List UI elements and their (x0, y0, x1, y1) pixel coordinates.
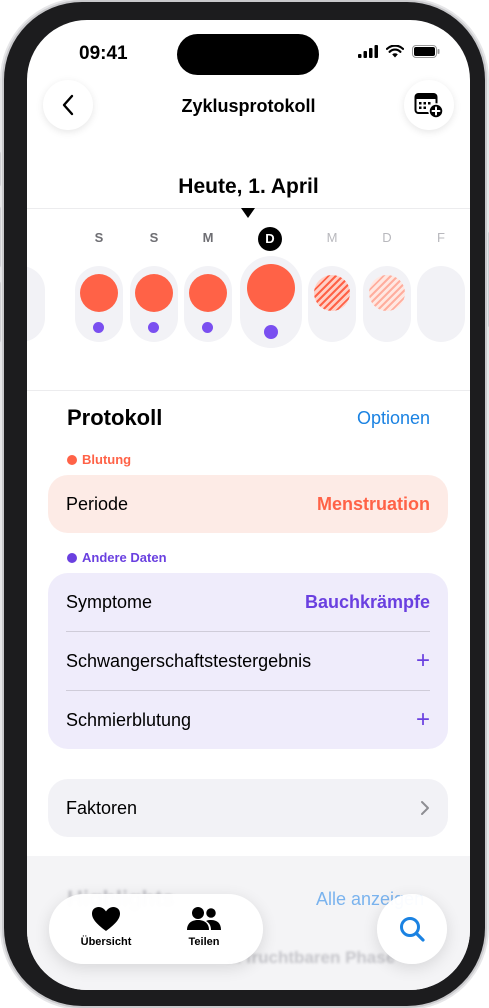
pregnancy-test-row[interactable]: Schwangerschaftstestergebnis + (66, 632, 430, 690)
day-cell[interactable] (75, 266, 123, 342)
action-button (0, 152, 1, 186)
factors-row-label: Faktoren (66, 797, 138, 818)
tab-share-label: Teilen (188, 936, 220, 948)
day-letter: M (202, 230, 214, 245)
battery-icon (412, 45, 440, 58)
status-time: 09:41 (79, 43, 128, 64)
spotting-row[interactable]: Schmierblutung + (66, 691, 430, 749)
screen: 09:41 Zyklusprotokoll Heute, 1. April S … (27, 20, 470, 990)
period-marker (80, 274, 118, 312)
chevron-right-icon (421, 801, 429, 815)
day-letter: S (94, 230, 104, 245)
category-label-bleeding: Blutung (67, 452, 131, 467)
symptoms-row-label: Symptome (66, 591, 153, 612)
symptom-marker (93, 322, 104, 333)
day-cell[interactable] (417, 266, 465, 342)
phone-frame: 09:41 Zyklusprotokoll Heute, 1. April S … (0, 2, 489, 1006)
day-cell[interactable] (308, 266, 356, 342)
calendar-add-button[interactable] (404, 80, 454, 130)
add-pregnancy-test-button[interactable]: + (416, 649, 430, 673)
tab-overview[interactable]: Übersicht (61, 906, 151, 948)
add-spotting-button[interactable]: + (416, 708, 430, 732)
symptom-marker (202, 322, 213, 333)
period-row-value: Menstruation (316, 493, 430, 514)
period-card[interactable]: Periode Menstruation (48, 475, 448, 533)
day-letter: M (326, 230, 338, 245)
period-marker (247, 264, 295, 312)
pregnancy-test-row-label: Schwangerschaftstestergebnis (66, 650, 312, 671)
spotting-row-label: Schmierblutung (66, 709, 192, 730)
search-button[interactable] (377, 894, 447, 964)
day-letter: F (437, 230, 445, 245)
search-icon (400, 917, 425, 942)
volume-up-button (0, 207, 1, 267)
volume-down-button (0, 282, 1, 342)
day-cell[interactable] (363, 266, 411, 342)
category-label-text: Andere Daten (82, 550, 167, 565)
heart-icon (92, 907, 120, 931)
day-cell-today[interactable] (240, 256, 302, 348)
wifi-icon (386, 45, 404, 58)
tab-bar: Übersicht Teilen (49, 894, 263, 964)
day-cell[interactable] (27, 266, 45, 342)
people-icon (187, 906, 221, 930)
day-letter: D (382, 230, 392, 245)
predicted-period-marker (369, 275, 405, 311)
tab-share[interactable]: Teilen (159, 906, 249, 948)
selected-date-title: Heute, 1. April (178, 175, 319, 198)
period-row[interactable]: Periode Menstruation (66, 475, 430, 533)
section-title-protokoll: Protokoll (67, 405, 163, 430)
day-strip[interactable]: F S S M D M (27, 222, 470, 352)
period-marker (189, 274, 227, 312)
status-icons (358, 45, 440, 58)
today-pointer (241, 208, 255, 218)
predicted-period-marker (314, 275, 350, 311)
day-letter: F (27, 230, 45, 245)
symptoms-row[interactable]: Symptome Bauchkrämpfe (66, 573, 430, 631)
divider (27, 390, 470, 391)
day-letter: S (149, 230, 159, 245)
day-cell[interactable] (130, 266, 178, 342)
navigation-bar: Zyklusprotokoll (27, 78, 470, 134)
factors-row[interactable]: Faktoren (66, 779, 430, 837)
calendar-plus-icon (414, 93, 444, 119)
period-marker (135, 274, 173, 312)
symptom-marker (148, 322, 159, 333)
status-bar: 09:41 (27, 20, 470, 76)
dynamic-island (177, 34, 319, 75)
options-button[interactable]: Optionen (357, 408, 430, 429)
other-data-card: Symptome Bauchkrämpfe Schwangerschaftste… (48, 573, 448, 749)
category-label-other-data: Andere Daten (67, 550, 167, 565)
category-dot (67, 552, 77, 563)
symptom-marker (264, 325, 278, 339)
day-cell[interactable] (184, 266, 232, 342)
period-row-label: Periode (66, 493, 129, 514)
category-label-text: Blutung (82, 452, 132, 467)
tab-overview-label: Übersicht (80, 936, 132, 948)
category-dot (67, 454, 77, 465)
factors-card[interactable]: Faktoren (48, 779, 448, 837)
symptoms-row-value: Bauchkrämpfe (304, 591, 430, 612)
cellular-signal-icon (358, 45, 378, 58)
day-letter-today: D (258, 227, 282, 251)
